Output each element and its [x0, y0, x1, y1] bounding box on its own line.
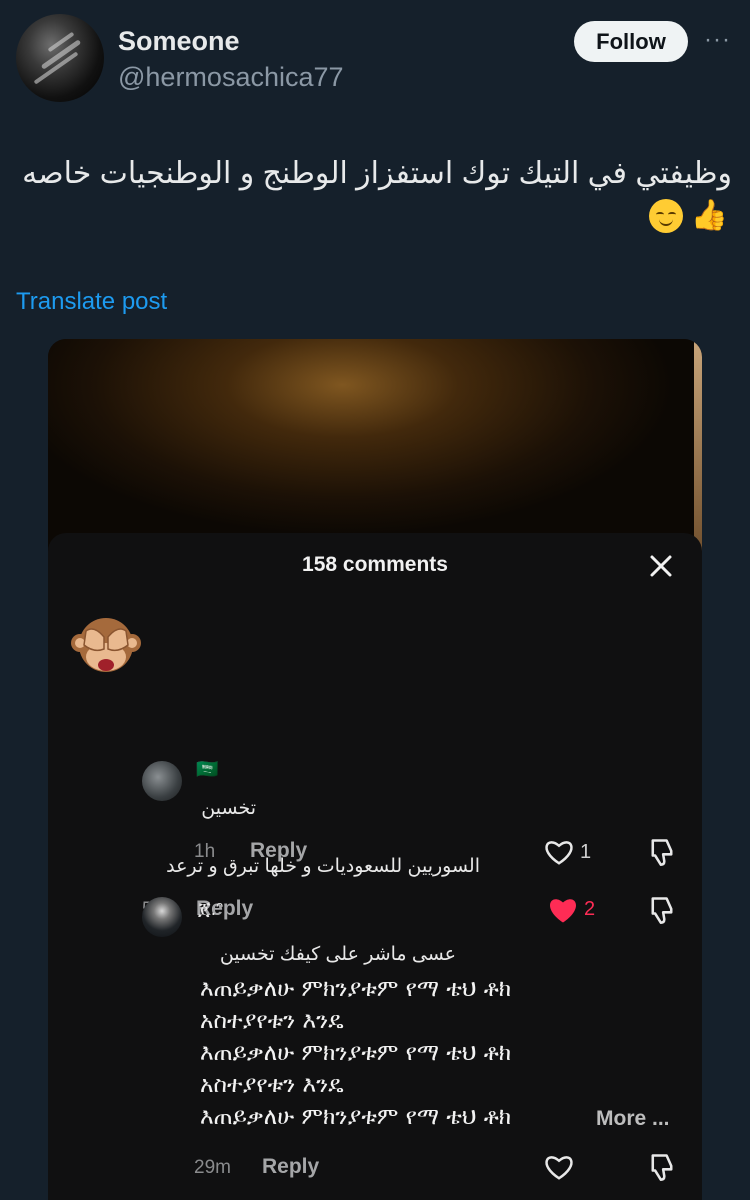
commenter-avatar[interactable] [142, 897, 182, 937]
heart-outline-icon[interactable] [544, 838, 574, 866]
comment-time: 29m [194, 1157, 231, 1178]
close-icon[interactable] [646, 551, 676, 581]
post-emoji-row: 👍 [648, 198, 728, 233]
reply-button[interactable]: Reply [250, 839, 307, 863]
heart-filled-icon[interactable] [548, 896, 578, 924]
show-more-link[interactable]: More ... [596, 1107, 670, 1131]
follow-button[interactable]: Follow [574, 21, 688, 62]
heart-outline-icon[interactable] [544, 1153, 574, 1181]
like-count: 1 [580, 841, 592, 863]
commenter-avatar[interactable] [142, 761, 182, 801]
author-handle[interactable]: @hermosachica77 [118, 62, 344, 93]
comments-count-title: 158 comments [302, 553, 448, 576]
comment-time: 1h [194, 841, 216, 862]
relieved-face-emoji-icon [648, 198, 683, 233]
dislike-icon[interactable] [648, 837, 676, 867]
post-media[interactable]: 158 comments السوريين للسعوديات و خلها ت… [48, 339, 702, 1200]
commenter-username[interactable]: ጀ.ᵔ [198, 899, 223, 921]
comments-sheet: 158 comments السوريين للسعوديات و خلها ت… [48, 533, 702, 1200]
dislike-icon[interactable] [648, 1152, 676, 1182]
comment-text-line: እጠይቃለሁ ምክንያቱም የማ ቴህ ቶክ [200, 976, 512, 1002]
thumbs-up-emoji-icon: 👍 [690, 199, 728, 232]
comment-text-line: አስተያየቱን እንዴ [200, 1072, 344, 1098]
dislike-icon[interactable] [648, 895, 676, 925]
monkey-covering-eyes-icon[interactable] [68, 609, 144, 685]
translate-post-link[interactable]: Translate post [16, 288, 167, 316]
more-options-icon[interactable]: ··· [704, 26, 731, 54]
post-text: وظيفتي في التيك توك استفزاز الوطنج و الو… [22, 157, 732, 190]
author-display-name[interactable]: Someone [118, 26, 240, 57]
comment-text-line: አስተያየቱን እንዴ [200, 1008, 344, 1034]
like-count: 2 [584, 898, 596, 920]
comment-text-line: እጠይቃለሁ ምክንያቱም የማ ቴህ ቶክ [200, 1104, 512, 1130]
comment-text-line: እጠይቃለሁ ምክንያቱም የማ ቴህ ቶክ [200, 1040, 512, 1066]
comment-text: عسى ماشر على كيفك تخسين [219, 944, 456, 965]
reply-button[interactable]: Reply [262, 1155, 319, 1179]
comment-text: تخسين [201, 798, 256, 819]
commenter-username[interactable]: 🇸🇦 [196, 759, 218, 780]
author-avatar[interactable] [16, 14, 104, 102]
